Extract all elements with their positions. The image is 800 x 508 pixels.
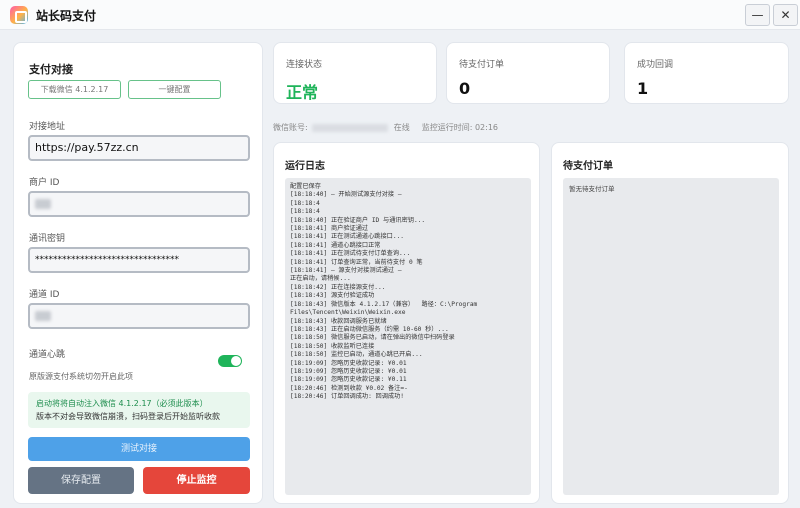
log-line: [18:18:40] 正在验证商户 ID 与通讯密钥... [290,216,426,224]
stat-value: 1 [637,79,649,98]
stat-label: 成功回调 [637,60,674,70]
log-line: [18:18:41] 正在测试通道心跳接口... [290,233,405,241]
heartbeat-hint: 原版源支付系统切勿开启此项 [29,372,133,381]
stop-monitor-button[interactable]: 停止监控 [143,467,250,494]
merchant-id-input[interactable] [28,191,250,217]
stat-card-callbacks: 成功回调 1 [624,42,789,104]
payment-config-panel: 支付对接 下载微信 4.1.2.17 一键配置 对接地址 https://pay… [13,42,263,504]
pending-empty-text: 暂无待支付订单 [569,185,615,193]
notice-line: 启动将将自动注入微信 4.1.2.17（必须此版本） [36,399,208,408]
panel-title: 支付对接 [29,63,73,76]
notice-box: 启动将将自动注入微信 4.1.2.17（必须此版本） 版本不对会导致微信崩溃，扫… [28,392,250,428]
channel-id-input[interactable] [28,303,250,329]
test-connection-button[interactable]: 测试对接 [28,437,250,461]
download-wechat-button[interactable]: 下载微信 4.1.2.17 [28,80,121,99]
log-line: [18:18:50] 监控已启动，通道心跳已开启... [290,351,423,359]
stat-label: 连接状态 [286,60,323,70]
log-line: [18:18:50] 微信服务已启动，请在弹出的微信中扫码登录 [290,334,455,342]
log-line: [18:18:41] 通道心跳接口正常 [290,241,381,249]
notice-line: 版本不对会导致微信崩溃，扫码登录后开始监听收款 [36,412,220,421]
log-line: Files\Tencent\Weixin\Weixin.exe [290,309,406,317]
one-click-config-button[interactable]: 一键配置 [128,80,221,99]
log-line: [18:18:43] 源支付验证成功 [290,292,375,300]
log-line: [18:19:09] 忽略历史收款记录: ¥0.11 [290,376,407,384]
channel-id-label: 通道 ID [29,290,60,300]
stat-label: 待支付订单 [459,60,505,70]
log-line: [18:20:46] 订单回调成功: 回调成功! [290,393,405,401]
masked-value [35,311,51,321]
log-panel: 运行日志 配置已保存 [18:18:40] — 开始测试源支付对接 — [18:18… [273,142,540,504]
stat-card-connection: 连接状态 正常 [273,42,437,104]
pending-orders-list[interactable]: 暂无待支付订单 [563,178,779,495]
log-line: [18:18:50] 收款监听已连接 [290,342,375,350]
log-line: [18:18:41] 正在测试待支付订单查询... [290,250,411,258]
log-line: [18:20:46] 检测到收款 ¥0.02 备注=- [290,384,408,392]
stat-value: 0 [459,79,471,98]
pending-orders-panel: 待支付订单 暂无待支付订单 [551,142,789,504]
heartbeat-label: 通道心跳 [29,350,66,360]
address-input[interactable]: https://pay.57zz.cn [28,135,250,161]
uptime: 监控运行时间: 02:16 [421,123,498,132]
online-status: 在线 [393,123,410,132]
app-title: 站长码支付 [36,9,97,23]
app-logo-icon [10,6,28,24]
status-line: 微信账号: 在线 监控运行时间: 02:16 [273,122,498,133]
log-line: [18:18:41] 订单查询正常，当前待支付 0 笔 [290,258,423,266]
merchant-id-label: 商户 ID [29,178,60,188]
stat-card-pending: 待支付订单 0 [446,42,610,104]
pending-title: 待支付订单 [563,161,613,172]
secret-input[interactable]: ******************************** [28,247,250,273]
heartbeat-toggle[interactable] [218,355,242,367]
log-line: [18:18:40] — 开始测试源支付对接 — [290,191,402,199]
log-title: 运行日志 [285,161,325,172]
masked-account [311,123,388,132]
wechat-account-label: 微信账号: [273,123,308,132]
masked-value [35,199,51,209]
log-line: 正在启动，请稍候... [290,275,351,283]
log-line: [18:18:4 [290,208,320,216]
minimize-button[interactable]: — [745,4,770,26]
close-button[interactable]: ✕ [773,4,798,26]
save-config-button[interactable]: 保存配置 [28,467,134,494]
title-bar: 站长码支付 — ✕ [0,0,800,30]
secret-label: 通讯密钥 [29,234,66,244]
log-line: [18:18:4 [290,199,320,207]
log-line: [18:19:09] 忽略历史收款记录: ¥0.01 [290,359,407,367]
log-line: [18:18:43] 收款回调服务已就绪 [290,317,387,325]
log-output[interactable]: 配置已保存 [18:18:40] — 开始测试源支付对接 — [18:18:4 [18… [285,178,531,495]
address-label: 对接地址 [29,122,66,132]
log-line: [18:18:43] 微信版本 4.1.2.17（兼容） 路径：C:\Progr… [290,300,478,308]
stat-value: 正常 [286,83,319,102]
